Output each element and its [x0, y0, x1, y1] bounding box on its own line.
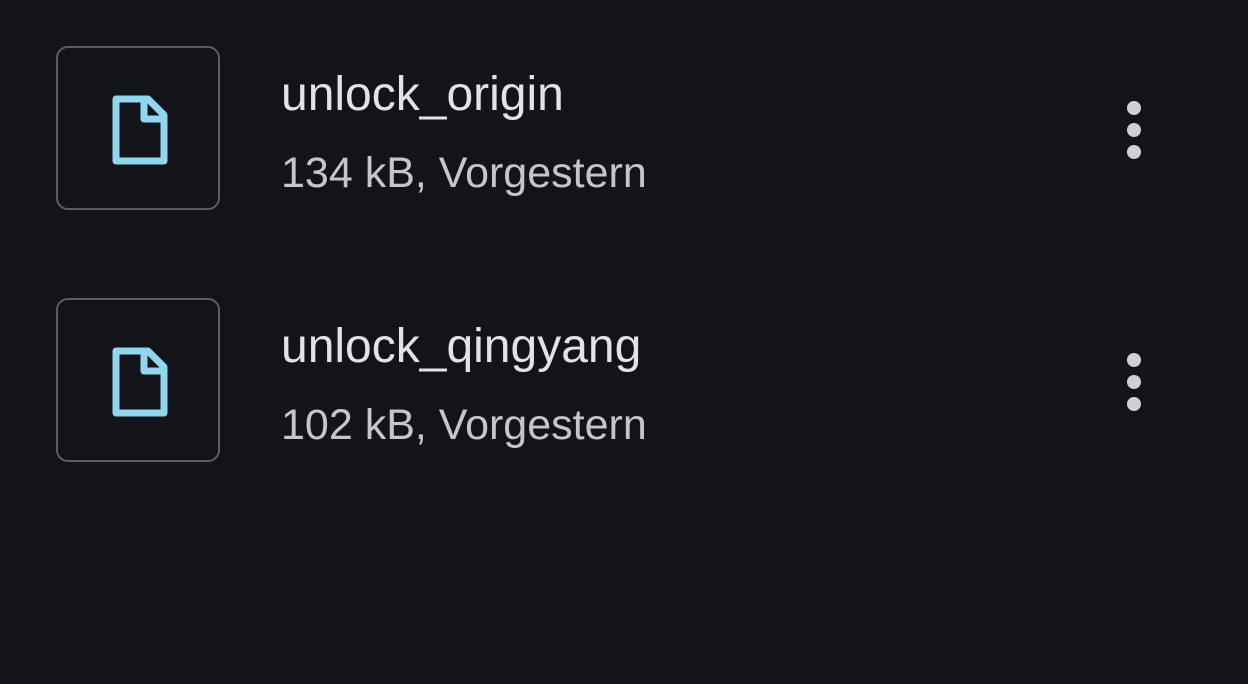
file-thumbnail[interactable]: [56, 46, 220, 210]
file-name: unlock_qingyang: [281, 320, 642, 373]
file-icon: [112, 347, 168, 417]
file-details: 134 kB, Vorgestern: [281, 149, 647, 197]
file-list-item[interactable]: unlock_qingyang 102 kB, Vorgestern: [0, 298, 1248, 466]
more-options-button[interactable]: [1108, 348, 1160, 416]
file-list-item[interactable]: unlock_origin 134 kB, Vorgestern: [0, 46, 1248, 214]
more-options-button[interactable]: [1108, 96, 1160, 164]
file-thumbnail[interactable]: [56, 298, 220, 462]
file-name: unlock_origin: [281, 68, 564, 121]
file-details: 102 kB, Vorgestern: [281, 401, 647, 449]
file-icon: [112, 95, 168, 165]
